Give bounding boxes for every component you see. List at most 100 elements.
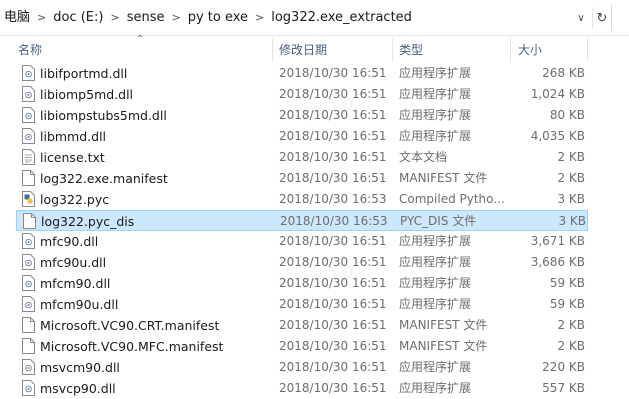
file-modified: 2018/10/30 16:51 [279,129,387,143]
file-size: 59 KB [549,276,585,290]
sort-ascending-icon: ⌃ [136,34,145,45]
file-modified: 2018/10/30 16:51 [279,87,387,101]
column-divider[interactable] [392,38,393,62]
file-row[interactable]: libifportmd.dll 2018/10/30 16:51 应用程序扩展 … [0,63,629,84]
breadcrumb-drive[interactable]: doc (E:) [49,7,107,29]
file-modified: 2018/10/30 16:51 [279,150,387,164]
breadcrumb-this-pc[interactable]: 电脑 [0,7,34,29]
file-modified: 2018/10/30 16:51 [279,297,387,311]
breadcrumb: 电脑 > doc (E:) > sense > py to exe > log3… [0,7,416,29]
blank-file-icon [22,338,35,354]
file-name: msvcm90.dll [40,360,120,375]
file-row[interactable]: msvcp90.dll 2018/10/30 16:51 应用程序扩展 557 … [0,378,629,399]
file-row[interactable]: libiomp5md.dll 2018/10/30 16:51 应用程序扩展 1… [0,84,629,105]
file-row[interactable]: Microsoft.VC90.CRT.manifest 2018/10/30 1… [0,315,629,336]
file-name: libifportmd.dll [40,66,128,81]
file-name: log322.exe.manifest [40,171,168,186]
file-modified: 2018/10/30 16:51 [279,108,387,122]
file-name: libiompstubs5md.dll [40,108,167,123]
file-row[interactable]: msvcm90.dll 2018/10/30 16:51 应用程序扩展 220 … [0,357,629,378]
file-row[interactable]: mfc90u.dll 2018/10/30 16:51 应用程序扩展 3,686… [0,252,629,273]
file-name: log322.pyc [40,192,110,207]
file-size: 3,671 KB [530,234,585,248]
dll-file-icon [22,254,35,270]
text-file-icon [22,149,35,165]
dll-file-icon [22,233,35,249]
file-modified: 2018/10/30 16:51 [279,339,387,353]
blank-file-icon [23,213,36,229]
dll-file-icon [22,380,35,396]
file-row[interactable]: Microsoft.VC90.MFC.manifest 2018/10/30 1… [0,336,629,357]
file-type: 应用程序扩展 [399,255,472,269]
file-size: 3 KB [558,214,586,228]
column-header-type[interactable]: 类型 [399,38,423,62]
file-name: libiomp5md.dll [40,87,134,102]
file-modified: 2018/10/30 16:51 [279,66,387,80]
column-header-size[interactable]: 大小 [518,38,542,62]
file-type: 应用程序扩展 [399,87,472,101]
file-type: 应用程序扩展 [399,234,472,248]
file-type: 应用程序扩展 [399,129,472,143]
file-type: PYC_DIS 文件 [400,214,477,228]
blank-file-icon [22,317,35,333]
column-header: ⌃ 名称 修改日期 类型 大小 [0,34,629,62]
file-row[interactable]: libiompstubs5md.dll 2018/10/30 16:51 应用程… [0,105,629,126]
file-row[interactable]: mfcm90.dll 2018/10/30 16:51 应用程序扩展 59 KB [0,273,629,294]
file-modified: 2018/10/30 16:53 [280,214,388,228]
file-type: Compiled Pytho... [399,192,505,206]
breadcrumb-sense[interactable]: sense [123,7,169,29]
file-size: 2 KB [557,318,585,332]
file-row[interactable]: libmmd.dll 2018/10/30 16:51 应用程序扩展 4,035… [0,126,629,147]
dll-file-icon [22,275,35,291]
file-row[interactable]: log322.pyc 2018/10/30 16:53 Compiled Pyt… [0,189,629,210]
breadcrumb-separator-icon[interactable]: > [168,7,183,29]
file-modified: 2018/10/30 16:51 [279,171,387,185]
file-name: mfcm90.dll [40,276,111,291]
file-modified: 2018/10/30 16:51 [279,360,387,374]
file-name: log322.pyc_dis [41,214,135,229]
dll-file-icon [22,128,35,144]
file-size: 1,024 KB [530,87,585,101]
file-size: 3 KB [557,192,585,206]
file-name: mfcm90u.dll [40,297,119,312]
file-row[interactable]: mfcm90u.dll 2018/10/30 16:51 应用程序扩展 59 K… [0,294,629,315]
file-row[interactable]: license.txt 2018/10/30 16:51 文本文档 2 KB [0,147,629,168]
breadcrumb-separator-icon[interactable]: > [34,7,49,29]
file-type: 应用程序扩展 [399,297,472,311]
column-divider[interactable] [272,38,273,62]
address-history-chevron-down-icon[interactable]: ∨ [572,7,590,29]
breadcrumb-py-to-exe[interactable]: py to exe [184,7,252,29]
file-size: 268 KB [542,66,585,80]
column-divider[interactable] [587,38,588,62]
column-header-modified[interactable]: 修改日期 [279,38,327,62]
python-file-icon [22,191,35,207]
file-name: msvcp90.dll [40,381,116,396]
file-name: license.txt [40,150,105,165]
file-name: mfc90u.dll [40,255,107,270]
search-box-edge[interactable] [611,5,629,31]
file-type: 应用程序扩展 [399,276,472,290]
file-type: MANIFEST 文件 [399,171,488,185]
column-divider[interactable] [510,38,511,62]
refresh-icon[interactable]: ↻ [592,7,611,29]
breadcrumb-current-folder[interactable]: log322.exe_extracted [267,7,416,29]
column-header-name[interactable]: 名称 [18,38,42,62]
file-name: mfc90.dll [40,234,99,249]
dll-file-icon [22,296,35,312]
file-size: 2 KB [557,171,585,185]
breadcrumb-separator-icon[interactable]: > [107,7,122,29]
file-type: MANIFEST 文件 [399,318,488,332]
dll-file-icon [22,107,35,123]
dll-file-icon [22,65,35,81]
file-row[interactable]: mfc90.dll 2018/10/30 16:51 应用程序扩展 3,671 … [0,231,629,252]
address-bar[interactable]: 电脑 > doc (E:) > sense > py to exe > log3… [0,0,629,36]
dll-file-icon [22,86,35,102]
file-row-selected[interactable]: log322.pyc_dis 2018/10/30 16:53 PYC_DIS … [16,210,588,231]
breadcrumb-separator-icon[interactable]: > [252,7,267,29]
file-size: 3,686 KB [530,255,585,269]
file-row[interactable]: log322.exe.manifest 2018/10/30 16:51 MAN… [0,168,629,189]
file-name: Microsoft.VC90.MFC.manifest [40,339,224,354]
file-name: Microsoft.VC90.CRT.manifest [40,318,220,333]
file-size: 2 KB [557,339,585,353]
file-name: libmmd.dll [40,129,107,144]
